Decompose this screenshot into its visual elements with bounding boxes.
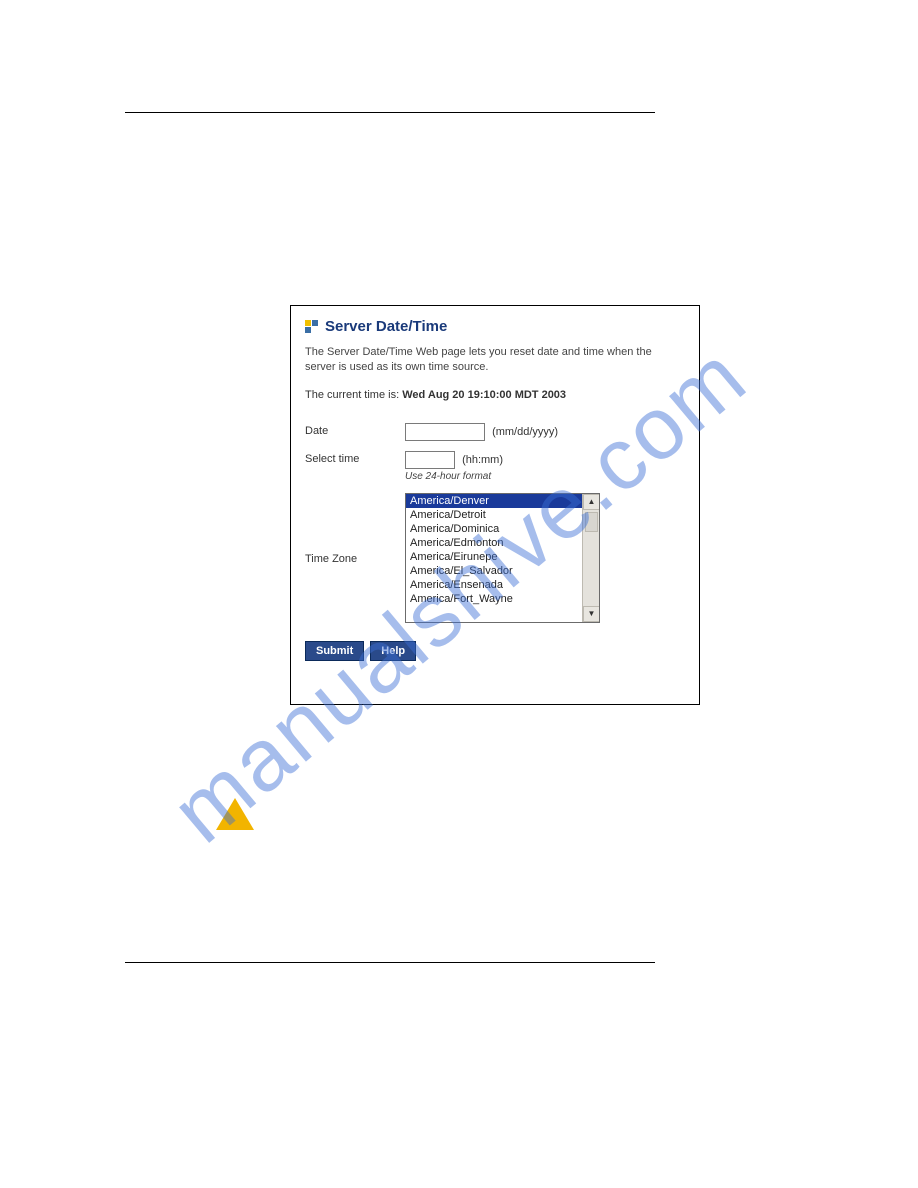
current-time-label: The current time is: <box>305 389 399 401</box>
time-24hr-hint: Use 24-hour format <box>405 471 685 483</box>
dialog-buttons: Submit Help <box>305 641 685 661</box>
date-format-hint: (mm/dd/yyyy) <box>492 426 558 438</box>
date-input[interactable] <box>405 423 485 441</box>
help-button[interactable]: Help <box>370 641 416 661</box>
list-item[interactable]: America/Fort_Wayne <box>406 592 582 606</box>
current-time-value: Wed Aug 20 19:10:00 MDT 2003 <box>402 389 566 401</box>
horizontal-rule-bottom <box>125 962 655 963</box>
list-item[interactable]: America/Denver <box>406 494 582 508</box>
list-item[interactable]: America/Dominica <box>406 522 582 536</box>
horizontal-rule-top <box>125 112 655 113</box>
scroll-up-icon[interactable]: ▲ <box>583 494 600 510</box>
date-label: Date <box>305 423 405 437</box>
submit-button[interactable]: Submit <box>305 641 364 661</box>
list-item[interactable]: America/El_Salvador <box>406 564 582 578</box>
scroll-thumb[interactable] <box>585 512 598 532</box>
dialog-title: Server Date/Time <box>325 318 447 335</box>
time-row: Select time (hh:mm) Use 24-hour format <box>305 451 685 483</box>
server-date-time-dialog: Server Date/Time The Server Date/Time We… <box>290 305 700 705</box>
current-time-line: The current time is: Wed Aug 20 19:10:00… <box>305 389 685 401</box>
caution-icon <box>216 798 254 830</box>
list-item[interactable]: America/Detroit <box>406 508 582 522</box>
timezone-label: Time Zone <box>305 551 405 565</box>
scroll-down-icon[interactable]: ▼ <box>583 606 600 622</box>
list-item[interactable]: America/Edmonton <box>406 536 582 550</box>
dialog-description: The Server Date/Time Web page lets you r… <box>305 345 685 375</box>
time-format-hint: (hh:mm) <box>462 454 503 466</box>
scrollbar[interactable]: ▲ ▼ <box>582 494 599 622</box>
dialog-logo-icon <box>305 320 319 334</box>
list-item[interactable]: America/Eirunepe <box>406 550 582 564</box>
dialog-header: Server Date/Time <box>305 318 685 335</box>
timezone-listbox[interactable]: America/Denver America/Detroit America/D… <box>405 493 600 623</box>
time-input[interactable] <box>405 451 455 469</box>
time-label: Select time <box>305 451 405 465</box>
date-row: Date (mm/dd/yyyy) <box>305 423 685 441</box>
timezone-row: Time Zone America/Denver America/Detroit… <box>305 493 685 623</box>
list-item[interactable]: America/Ensenada <box>406 578 582 592</box>
